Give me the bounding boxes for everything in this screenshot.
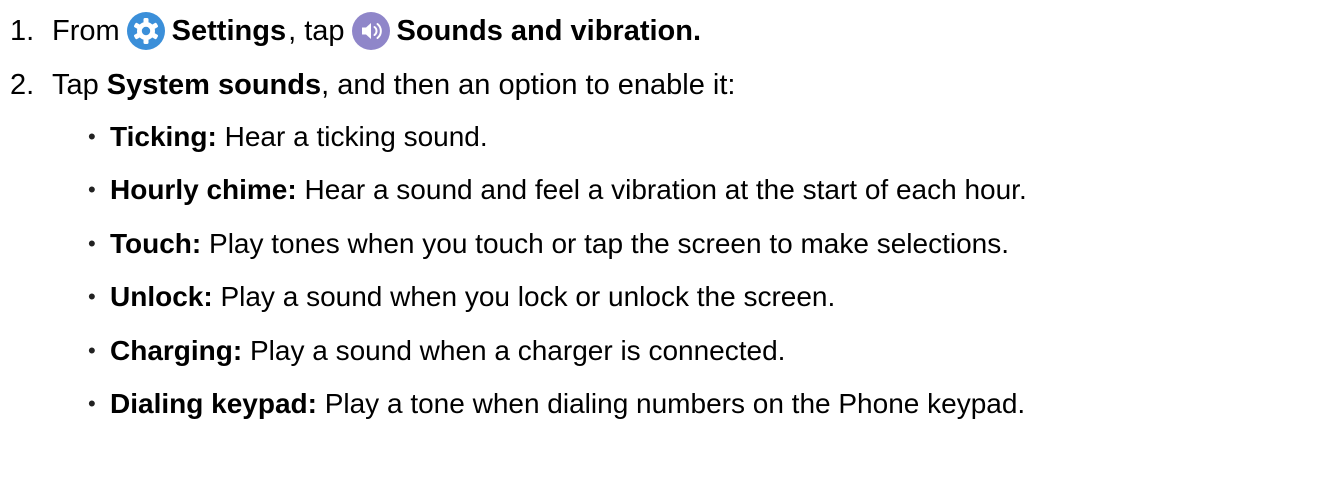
option-term: Unlock: [110, 281, 213, 313]
options-list: • Ticking: Hear a ticking sound. • Hourl… [88, 110, 1027, 431]
option-description: Play tones when you touch or tap the scr… [201, 227, 1010, 259]
step-text-suffix: , and then an option to enable it: [321, 68, 736, 101]
bullet: • [88, 337, 96, 363]
bullet: • [88, 123, 96, 149]
option-description: Play a tone when dialing numbers on the … [316, 388, 1026, 420]
step-number: 2. [10, 68, 35, 101]
step-text-prefix: From [52, 14, 120, 47]
option-description: Hear a ticking sound. [216, 120, 488, 152]
option-description: Play a sound when you lock or unlock the… [212, 281, 836, 313]
list-item: • Touch: Play tones when you touch or ta… [88, 217, 1027, 271]
option-term: Charging: [110, 334, 243, 366]
step-number: 1. [10, 14, 35, 47]
list-item: • Unlock: Play a sound when you lock or … [88, 271, 1027, 325]
list-item: • Ticking: Hear a ticking sound. [88, 110, 1027, 164]
list-item: • Hourly chime: Hear a sound and feel a … [88, 164, 1027, 218]
option-term: Ticking: [110, 120, 217, 152]
option-term: Touch: [110, 227, 202, 259]
volume-icon [351, 12, 390, 50]
sounds-and-vibration-label: Sounds and vibration. [396, 14, 702, 47]
step-text-prefix: Tap [52, 68, 99, 101]
list-item: • Dialing keypad: Play a tone when diali… [88, 378, 1027, 432]
step-2: 2. Tap System sounds , and then an optio… [10, 65, 736, 105]
settings-gear-icon [126, 12, 165, 50]
step-text-mid: , tap [288, 14, 345, 47]
bullet: • [88, 284, 96, 310]
option-description: Hear a sound and feel a vibration at the… [296, 174, 1027, 206]
bullet: • [88, 391, 96, 417]
system-sounds-label: System sounds [106, 68, 322, 101]
bullet: • [88, 230, 96, 256]
settings-label: Settings [171, 14, 287, 47]
option-description: Play a sound when a charger is connected… [242, 334, 786, 366]
step-1: 1. From Settings , tap Sounds and vibrat… [10, 9, 701, 53]
bullet: • [88, 177, 96, 203]
option-term: Hourly chime: [110, 174, 297, 206]
option-term: Dialing keypad: [110, 388, 317, 420]
list-item: • Charging: Play a sound when a charger … [88, 324, 1027, 378]
